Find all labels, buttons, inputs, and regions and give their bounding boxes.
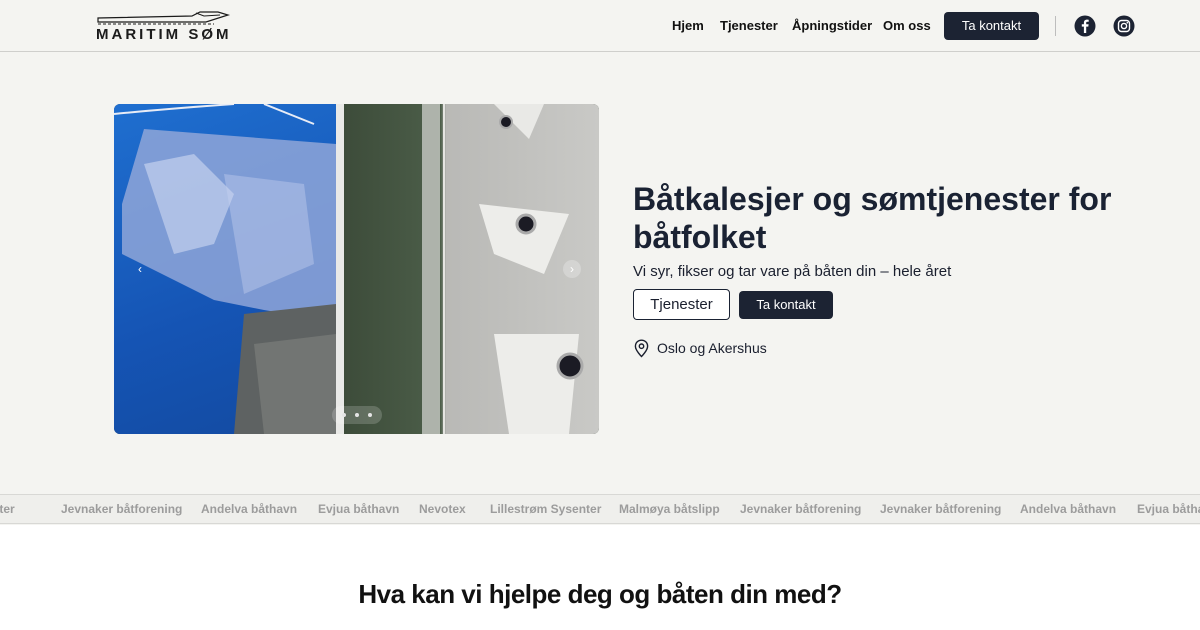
partner-name: Lillestrøm Sysenter: [490, 502, 602, 516]
partner-name: Jevnaker båtforening: [61, 502, 183, 516]
facebook-icon[interactable]: [1074, 15, 1096, 37]
carousel-dot[interactable]: [342, 413, 346, 417]
nav-link-tjenester[interactable]: Tjenester: [720, 18, 778, 33]
nav-link-apningstider[interactable]: Åpningstider: [792, 18, 872, 33]
brand-logo[interactable]: MARITIM SØM: [96, 10, 236, 44]
nav-link-om-oss[interactable]: Om oss: [883, 18, 931, 33]
carousel-dot[interactable]: [368, 413, 372, 417]
header-contact-button[interactable]: Ta kontakt: [944, 12, 1039, 40]
partner-name: Evjua båthavn: [1137, 502, 1200, 516]
partner-name: Jevnaker båtforening: [740, 502, 862, 516]
carousel-dots: [332, 406, 382, 424]
partner-name: Evjua båthavn: [318, 502, 400, 516]
hero-carousel[interactable]: ‹ ›: [114, 104, 599, 434]
hero-subtitle: Vi syr, fikser og tar vare på båten din …: [633, 263, 952, 280]
services-section: Hva kan vi hjelpe deg og båten din med?: [0, 525, 1200, 630]
services-button[interactable]: Tjenester: [633, 289, 730, 320]
chevron-right-icon[interactable]: ›: [563, 260, 581, 278]
section-title: Hva kan vi hjelpe deg og båten din med?: [358, 579, 842, 609]
nav-link-hjem[interactable]: Hjem: [672, 18, 704, 33]
partner-name: Sysenter: [0, 502, 15, 516]
carousel-dot[interactable]: [355, 413, 359, 417]
partner-name: Jevnaker båtforening: [880, 502, 1002, 516]
partner-name: Nevotex: [419, 502, 466, 516]
location-text: Oslo og Akershus: [657, 340, 767, 356]
chevron-left-icon[interactable]: ‹: [131, 260, 149, 278]
hero-contact-button[interactable]: Ta kontakt: [739, 291, 833, 319]
brand-name: MARITIM SØM: [96, 26, 232, 43]
instagram-icon[interactable]: [1113, 15, 1135, 37]
partner-name: Andelva båthavn: [1020, 502, 1117, 516]
boat-logo-icon: [97, 11, 231, 25]
partner-name: Malmøya båtslipp: [619, 502, 720, 516]
partners-marquee: Sysenter Jevnaker båtforening Andelva bå…: [0, 494, 1200, 524]
partner-name: Andelva båthavn: [201, 502, 298, 516]
hero-title: Båtkalesjer og sømtjenester for båtfolke…: [633, 181, 1112, 255]
nav-divider: [1055, 16, 1056, 36]
carousel-gap: [336, 104, 344, 434]
carousel-image-canvas-grey: [344, 104, 599, 434]
site-header: MARITIM SØM Hjem Tjenester Åpningstider …: [0, 0, 1200, 52]
map-pin-icon: [634, 339, 649, 358]
